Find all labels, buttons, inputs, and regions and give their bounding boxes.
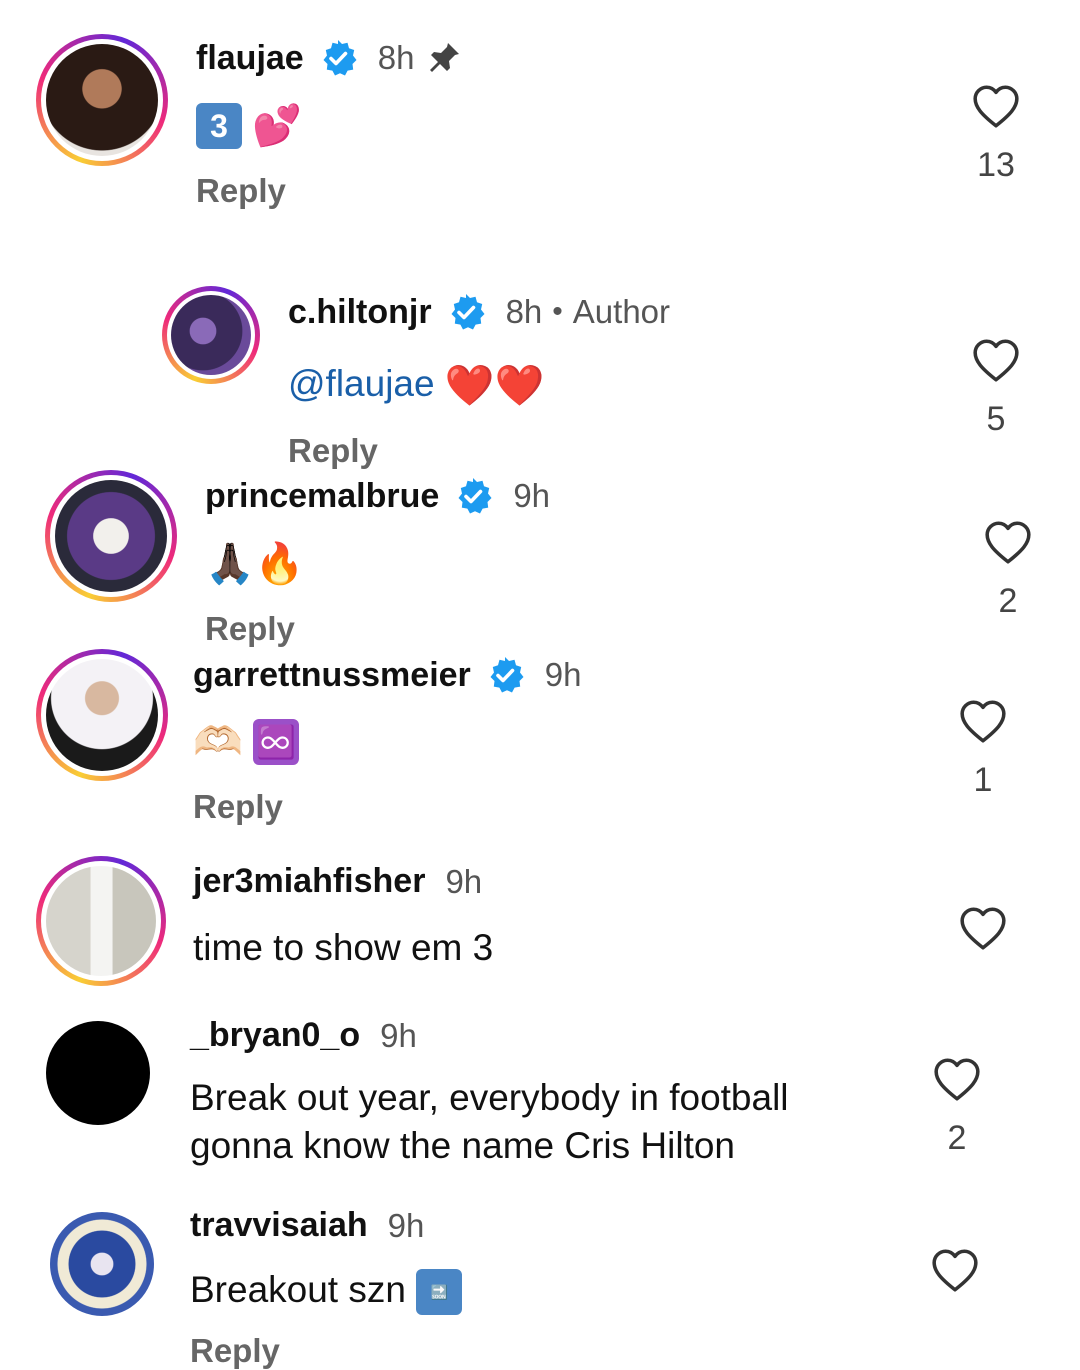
like-button[interactable] (948, 904, 1018, 954)
heart-outline-icon (983, 518, 1033, 568)
like-count: 5 (986, 400, 1006, 438)
reply-button[interactable]: Reply (193, 788, 283, 826)
infinity-emoji: ♾️ (253, 719, 300, 766)
reply-button[interactable]: Reply (288, 432, 378, 470)
separator-dot: • (552, 295, 563, 328)
mention-link[interactable]: @flaujae (288, 363, 435, 404)
username[interactable]: travvisaiah (190, 1206, 368, 1245)
avatar[interactable] (162, 286, 260, 384)
username[interactable]: garrettnussmeier (193, 656, 471, 695)
avatar[interactable] (36, 649, 168, 781)
two-hearts-emoji: 💕 (252, 104, 303, 149)
timestamp: 9h (513, 477, 551, 514)
avatar[interactable] (36, 34, 168, 166)
heart-outline-icon (971, 336, 1021, 386)
heart-outline-icon (932, 1055, 982, 1105)
like-button[interactable]: 1 (948, 697, 1018, 800)
verified-badge-icon (485, 655, 525, 695)
heart-outline-icon (971, 82, 1021, 132)
like-button[interactable] (920, 1246, 990, 1296)
red-heart-emoji: ❤️ (494, 364, 545, 409)
heart-hands-emoji: 🫶🏻 (193, 720, 243, 765)
avatar[interactable] (36, 856, 166, 986)
comment-text: time to show em 3 (193, 927, 494, 968)
timestamp: 9h (380, 1016, 417, 1054)
like-count: 2 (998, 582, 1018, 620)
red-heart-emoji: ❤️ (444, 364, 495, 409)
username[interactable]: c.hiltonjr (288, 293, 432, 332)
avatar[interactable] (50, 1212, 154, 1316)
timestamp: 9h (387, 1206, 425, 1244)
timestamp: 8h (505, 293, 543, 330)
comment-text: Breakout szn 🔜 (190, 1266, 463, 1316)
comment-text-line-1: Break out year, everybody in football (190, 1077, 789, 1118)
comment-text-line-2: gonna know the name Cris Hilton (190, 1125, 736, 1166)
pin-icon (426, 40, 462, 76)
like-count: 2 (947, 1119, 967, 1157)
like-button[interactable]: 2 (922, 1055, 992, 1158)
timestamp: 9h (544, 656, 582, 693)
verified-badge-icon (446, 292, 486, 332)
reply-button[interactable]: Reply (205, 610, 295, 648)
comment-text: @flaujae ❤️❤️ (288, 360, 545, 410)
author-badge: Author (572, 293, 671, 330)
timestamp: 8h (377, 39, 415, 76)
comment-text: 3 💕 (196, 100, 302, 150)
keycap-3-emoji: 3 (196, 103, 242, 150)
heart-outline-icon (958, 697, 1008, 747)
reply-button[interactable]: Reply (196, 172, 286, 210)
username[interactable]: princemalbrue (205, 477, 439, 516)
soon-arrow-emoji: 🔜 (416, 1269, 463, 1316)
praying-hands-emoji: 🙏🏿 (205, 542, 255, 587)
reply-button[interactable]: Reply (190, 1332, 280, 1370)
fire-emoji: 🔥 (254, 542, 305, 587)
verified-badge-icon (318, 38, 358, 78)
like-button[interactable]: 5 (961, 336, 1031, 439)
username[interactable]: _bryan0_o (190, 1016, 360, 1055)
comment-text: 🫶🏻 ♾️ (193, 716, 300, 766)
username[interactable]: flaujae (196, 39, 304, 78)
avatar[interactable] (45, 470, 177, 602)
avatar[interactable] (46, 1021, 150, 1125)
heart-outline-icon (930, 1246, 980, 1296)
timestamp: 9h (445, 862, 483, 900)
verified-badge-icon (453, 476, 493, 516)
username[interactable]: jer3miahfisher (193, 862, 425, 901)
like-count: 13 (977, 146, 1015, 184)
like-button[interactable]: 2 (973, 518, 1043, 621)
like-count: 1 (973, 761, 993, 799)
comment-text-content: Breakout szn (190, 1269, 406, 1310)
like-button[interactable]: 13 (961, 82, 1031, 185)
comment-text: 🙏🏿🔥 (205, 538, 305, 588)
soon-arrow-glyph: 🔜 (430, 1284, 448, 1301)
heart-outline-icon (958, 904, 1008, 954)
